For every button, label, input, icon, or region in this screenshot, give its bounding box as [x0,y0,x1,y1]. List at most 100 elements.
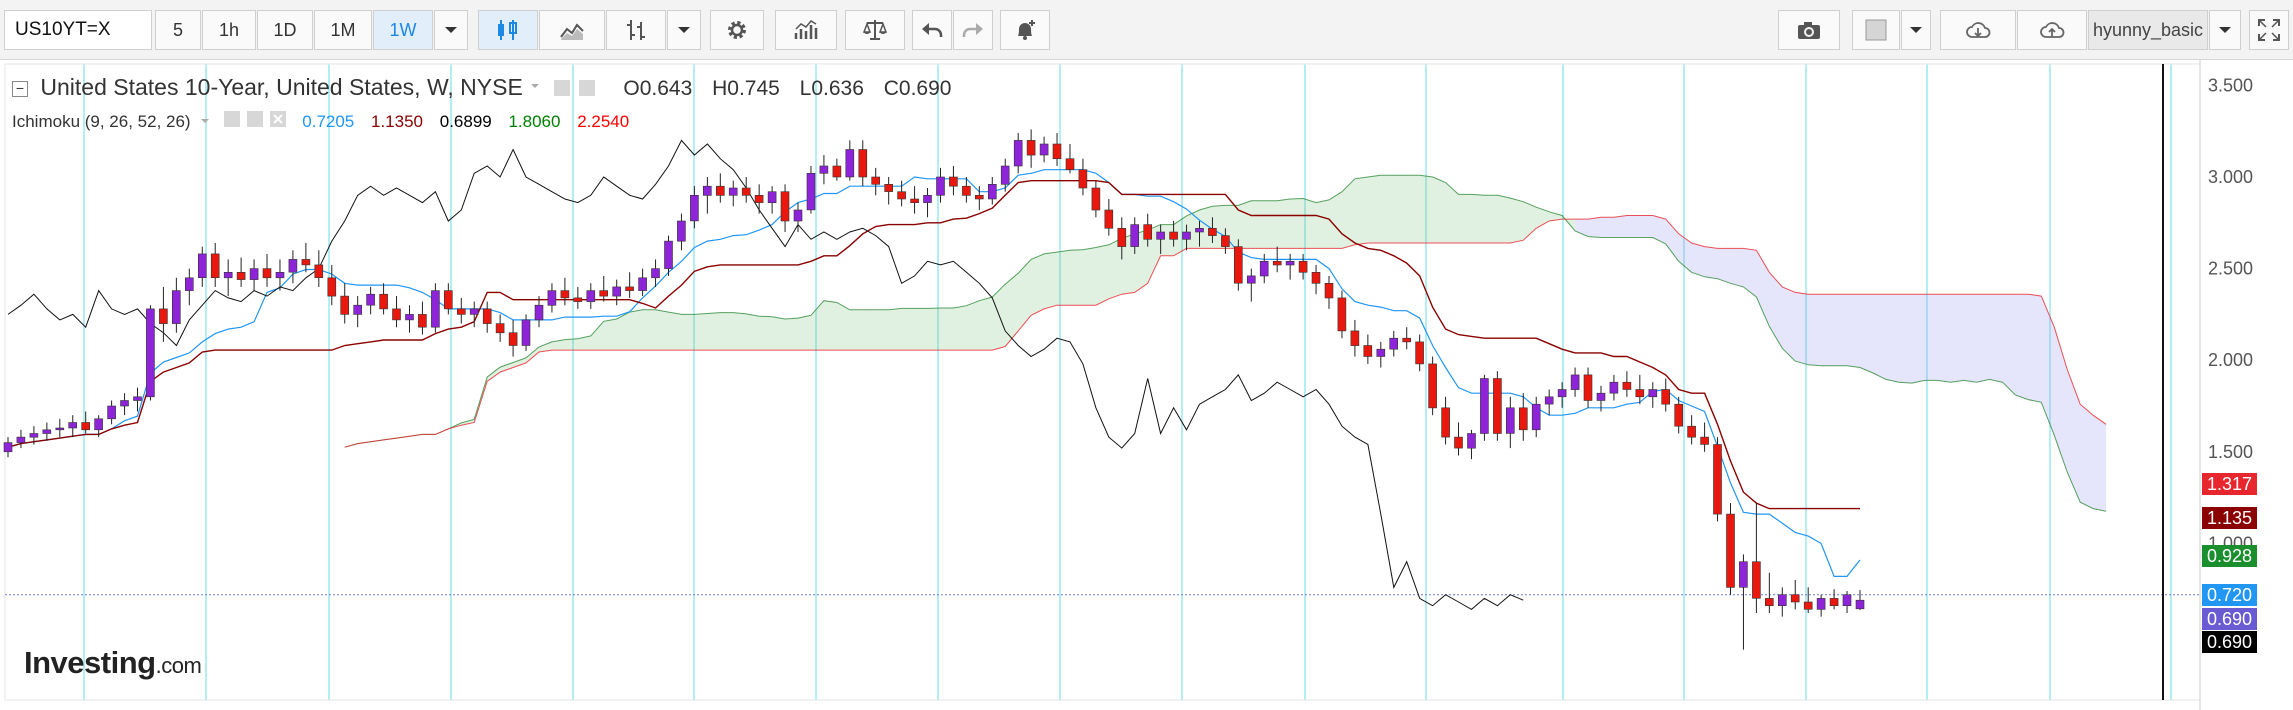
bar-chart-type-button[interactable] [606,10,666,50]
color-square-icon [1865,19,1887,41]
cloud-segment [1005,273,1019,347]
cloud-segment [1367,175,1381,243]
candle [884,177,894,205]
candle [949,166,958,196]
cloud-segment [2028,294,2042,403]
candle [1376,341,1386,368]
settings-icon[interactable] [224,111,241,127]
svg-text:1.135: 1.135 [2207,508,2252,528]
tenkan-value: 0.7205 [302,112,355,131]
camera-icon [1798,22,1820,39]
cloud-segment [1588,217,1601,238]
cloud-segment [836,302,850,351]
interval-1w-button[interactable]: 1W [373,10,433,50]
collapse-legend-button[interactable]: − [12,81,28,97]
user-dropdown-button[interactable] [2209,10,2241,50]
interval-1h-button[interactable]: 1h [202,10,256,50]
settings-icon[interactable] [553,80,570,96]
candle [1661,378,1670,412]
cloud-segment [1238,200,1252,249]
candle [1389,330,1398,357]
candle [521,314,531,352]
cloud-segment [707,312,721,351]
redo-button[interactable] [953,10,993,50]
candle [819,155,829,185]
candles-chart-type-button[interactable] [478,10,538,50]
balance-scale-icon [862,20,888,40]
chart-type-dropdown-button[interactable] [667,10,701,50]
candle [1544,389,1554,416]
cloud-segment [2002,294,2016,395]
symbol-input[interactable]: US10YT=X [4,10,152,50]
cloud-segment [694,313,708,351]
gear-icon[interactable] [578,80,595,96]
cloud-segment [1873,294,1886,380]
candle [1713,437,1722,522]
candle [146,305,155,401]
candle [1285,253,1295,280]
redo-icon [962,23,983,37]
compare-button[interactable] [845,10,905,50]
cloud-upload-icon [2040,22,2065,38]
candle [1687,415,1696,445]
senkou-b-value: 2.2540 [577,112,630,131]
area-chart-icon [560,23,584,40]
close-icon[interactable] [269,111,286,127]
cloud-segment [1691,243,1705,277]
indicators-button[interactable] [775,10,837,50]
candle [431,283,440,333]
color-dropdown-button[interactable] [1901,10,1931,50]
username-button[interactable]: hyunny_basic [2088,10,2208,50]
candle [418,301,427,335]
interval-1m-button[interactable]: 1M [314,10,372,50]
price-label: 0.690 [2202,608,2257,630]
fullscreen-button[interactable] [2249,10,2289,50]
candle [288,250,298,284]
undo-button[interactable] [912,10,952,50]
candle [405,305,414,333]
line-chart-type-button[interactable] [539,10,605,50]
candle [1065,144,1075,174]
candle [1078,158,1088,196]
candle [987,177,997,205]
candle [1609,374,1619,401]
cloud-segment [1847,294,1860,368]
snapshot-button[interactable] [1778,10,1840,50]
load-chart-button[interactable] [1940,10,2016,50]
color-picker-button[interactable] [1852,10,1900,50]
candle [754,184,764,214]
cloud-segment [901,308,915,351]
candle [625,272,634,298]
candle [1091,180,1101,218]
candle [1402,327,1411,350]
cloud-segment [1458,194,1472,243]
interval-dropdown-button[interactable] [434,10,468,50]
interval-1d-button[interactable]: 1D [257,10,313,50]
cloud-segment [1717,248,1731,284]
settings-button[interactable] [710,10,764,50]
candle [1648,382,1658,408]
cloud-segment [1432,177,1446,243]
price-chart[interactable]: 3.5003.0002.5002.0001.5001.0001.3171.135… [0,60,2293,710]
price-label: 0.690 [2202,631,2257,653]
cloud-segment [1419,175,1433,243]
candle [1311,264,1321,295]
alert-button[interactable] [1000,10,1050,50]
candle [1790,580,1800,610]
candle [508,319,518,357]
gear-icon[interactable] [246,111,263,127]
chikou-value: 0.6899 [439,112,492,131]
candle [560,277,570,306]
interval-5m-button[interactable]: 5 [155,10,201,50]
cloud-segment [1626,215,1640,238]
caret-down-icon[interactable] [199,115,211,127]
candle [1557,382,1567,408]
indicator-name: Ichimoku (9, 26, 52, 26) [12,112,191,131]
caret-down-icon[interactable] [529,80,541,92]
candle [392,296,401,328]
cloud-segment [1601,217,1614,238]
cloud-segment [1303,198,1317,249]
cloud-segment [875,309,889,351]
save-chart-button[interactable] [2017,10,2087,50]
candle [1480,374,1489,441]
